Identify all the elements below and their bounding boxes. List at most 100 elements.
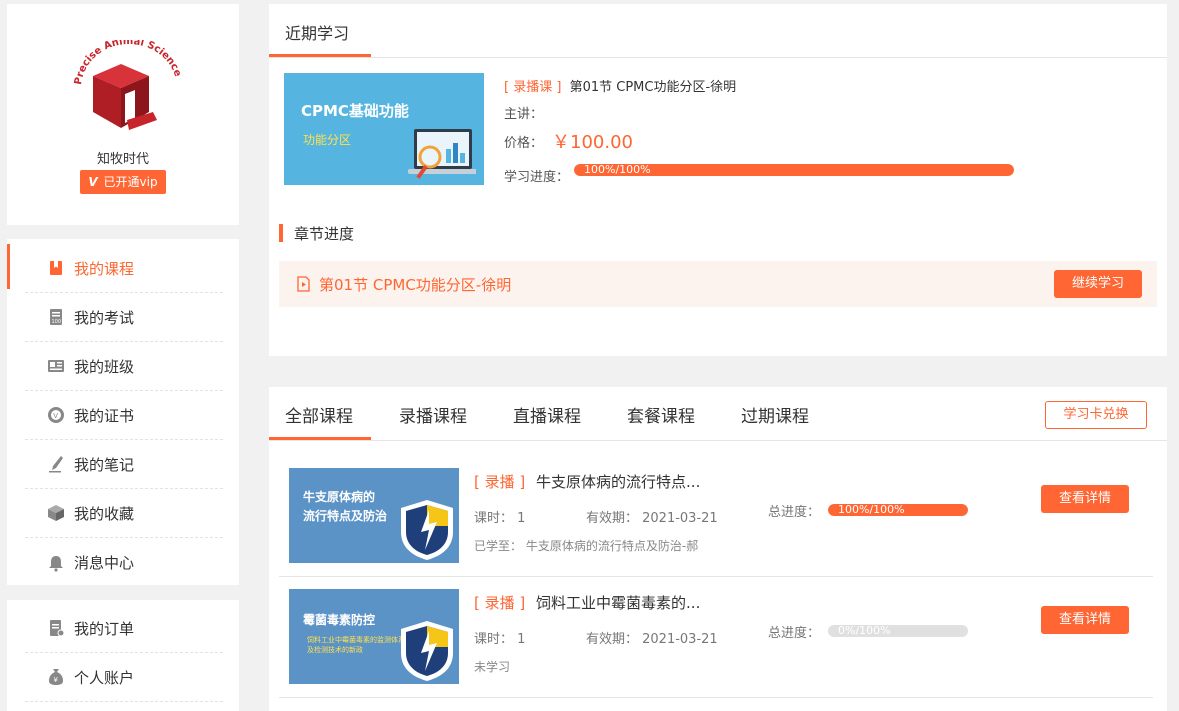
teacher-label: 主讲：	[504, 107, 544, 122]
active-tab-underline	[269, 437, 371, 440]
progress-label: 学习进度：	[504, 170, 570, 185]
course-status: 未学习	[474, 660, 511, 674]
course-row: 霉菌毒素防控 饲料工业中霉菌毒素的监测体系 及检测技术的新政 [ 录播 ] 饲料…	[279, 577, 1153, 698]
sidebar-item-label: 我的考试	[74, 308, 135, 327]
brand-logo: Precise Animal Science	[73, 36, 183, 136]
sidebar-item-message-center[interactable]: 消息中心	[25, 538, 223, 587]
sidebar-menu-primary: 我的课程 100 我的考试 我的班级 V 我的证书 我的笔记 我的收藏 消息中心	[7, 239, 239, 585]
thumbnail-subtitle: 饲料工业中霉菌毒素的监测体系 及检测技术的新政	[307, 636, 405, 654]
exam-icon: 100	[47, 308, 65, 326]
course-hours: 课时： 1	[474, 632, 526, 647]
bell-icon	[47, 554, 65, 572]
recent-progress-bar: 100%/100%	[574, 164, 1014, 176]
total-progress-label: 总进度：	[768, 505, 821, 520]
total-progress-label: 总进度：	[768, 626, 821, 641]
view-details-button[interactable]: 查看详情	[1041, 485, 1129, 513]
course-type-tag: [ 录播 ]	[474, 473, 526, 491]
course-thumbnail[interactable]: 牛支原体病的 流行特点及防治	[289, 468, 459, 563]
svg-text:V: V	[53, 412, 58, 420]
course-hours: 课时： 1	[474, 511, 526, 526]
shield-logo-icon	[401, 621, 453, 681]
course-type-tag: [ 录播课 ]	[504, 80, 562, 95]
laptop-chart-illustration	[408, 129, 476, 179]
title-underline	[269, 54, 371, 57]
sidebar-menu-secondary: 我的订单 ¥ 个人账户	[7, 600, 239, 711]
chapter-name: 第01节 CPMC功能分区-徐明	[319, 276, 512, 294]
sidebar-item-label: 我的课程	[74, 259, 135, 278]
price-value: ￥100.00	[552, 132, 633, 153]
recent-course-thumbnail[interactable]: CPMC基础功能 功能分区	[284, 73, 484, 185]
course-progress-bar: 0%/100%	[828, 625, 968, 637]
view-details-button[interactable]: 查看详情	[1041, 606, 1129, 634]
thumbnail-title: CPMC基础功能	[301, 102, 409, 120]
sidebar-item-label: 我的证书	[74, 406, 135, 425]
vip-badge[interactable]: V 已开通vip	[80, 170, 166, 194]
class-icon	[47, 357, 65, 375]
course-title[interactable]: [ 录播 ] 饲料工业中霉菌毒素的...	[474, 592, 700, 613]
section-marker	[279, 224, 283, 242]
sidebar-item-my-class[interactable]: 我的班级	[25, 342, 223, 391]
course-thumbnail[interactable]: 霉菌毒素防控 饲料工业中霉菌毒素的监测体系 及检测技术的新政	[289, 589, 459, 684]
thumbnail-title: 霉菌毒素防控	[303, 613, 376, 627]
order-icon	[47, 619, 65, 637]
sidebar-item-my-notes[interactable]: 我的笔记	[25, 440, 223, 489]
vip-icon: V	[88, 175, 98, 189]
tab-expired-courses[interactable]: 过期课程	[741, 402, 809, 427]
sidebar-item-my-certificate[interactable]: V 我的证书	[25, 391, 223, 440]
sidebar-item-my-favorites[interactable]: 我的收藏	[25, 489, 223, 538]
progress-text: 100%/100%	[838, 504, 905, 516]
tab-live-courses[interactable]: 直播课程	[513, 402, 581, 427]
sidebar-item-label: 我的班级	[74, 357, 135, 376]
course-name: 饲料工业中霉菌毒素的...	[536, 594, 701, 612]
course-bookmark-icon	[47, 259, 65, 277]
sidebar-item-label: 个人账户	[74, 668, 135, 687]
sidebar-item-my-exams[interactable]: 100 我的考试	[25, 293, 223, 342]
course-tabs: 全部课程 录播课程 直播课程 套餐课程 过期课程 学习卡兑换	[269, 387, 1167, 441]
chapter-row[interactable]: 第01节 CPMC功能分区-徐明 继续学习	[279, 261, 1157, 307]
course-name: 第01节 CPMC功能分区-徐明	[569, 80, 737, 95]
sidebar-item-label: 消息中心	[74, 554, 135, 572]
recent-panel-header: 近期学习	[269, 4, 1167, 58]
certificate-icon: V	[47, 406, 65, 424]
study-card-redeem-button[interactable]: 学习卡兑换	[1045, 401, 1147, 429]
svg-text:100: 100	[52, 319, 62, 325]
favorite-box-icon	[47, 504, 65, 522]
thumbnail-subtitle: 功能分区	[303, 133, 352, 147]
recent-panel-title: 近期学习	[285, 24, 350, 43]
money-bag-icon: ¥	[47, 668, 65, 686]
progress-text: 100%/100%	[584, 164, 651, 176]
course-list-panel: 全部课程 录播课程 直播课程 套餐课程 过期课程 学习卡兑换 牛支原体病的 流行…	[269, 387, 1167, 711]
price-label: 价格：	[504, 136, 544, 151]
course-title[interactable]: [ 录播 ] 牛支原体病的流行特点...	[474, 471, 700, 492]
vip-label: 已开通vip	[103, 175, 158, 189]
tab-all-courses[interactable]: 全部课程	[285, 402, 353, 427]
svg-text:¥: ¥	[54, 676, 59, 684]
username: 知牧时代	[96, 152, 149, 167]
sidebar-item-my-courses[interactable]: 我的课程	[25, 244, 223, 293]
sidebar-item-label: 我的订单	[74, 619, 135, 638]
chapter-section-title: 章节进度	[294, 225, 355, 243]
sidebar-item-personal-account[interactable]: ¥ 个人账户	[25, 653, 223, 702]
course-progress-bar: 100%/100%	[828, 504, 968, 516]
thumbnail-title: 牛支原体病的 流行特点及防治	[303, 490, 388, 523]
video-file-icon	[296, 276, 311, 292]
profile-card: Precise Animal Science 知牧时代 V 已开通vip	[7, 4, 239, 225]
note-pen-icon	[47, 455, 65, 473]
shield-logo-icon	[401, 500, 453, 560]
course-name: 牛支原体病的流行特点...	[536, 473, 701, 491]
course-expiry: 有效期： 2021-03-21	[586, 511, 718, 526]
recent-learning-panel: 近期学习 CPMC基础功能 功能分区 [ 录播课 ] 第01节 CPMC功能分区…	[269, 4, 1167, 356]
sidebar-item-my-orders[interactable]: 我的订单	[25, 604, 223, 653]
sidebar-item-label: 我的收藏	[74, 504, 135, 523]
active-indicator	[7, 244, 10, 289]
sidebar-item-label: 我的笔记	[74, 455, 135, 474]
recent-course-title[interactable]: [ 录播课 ] 第01节 CPMC功能分区-徐明	[504, 76, 736, 95]
course-expiry: 有效期： 2021-03-21	[586, 632, 718, 647]
continue-learning-button[interactable]: 继续学习	[1054, 270, 1142, 298]
progress-text: 0%/100%	[838, 625, 891, 637]
course-type-tag: [ 录播 ]	[474, 594, 526, 612]
course-status: 已学至： 牛支原体病的流行特点及防治-郝	[474, 539, 699, 553]
tab-recorded-courses[interactable]: 录播课程	[399, 402, 467, 427]
tab-package-courses[interactable]: 套餐课程	[627, 402, 695, 427]
course-row: 牛支原体病的 流行特点及防治 [ 录播 ] 牛支原体病的流行特点... 课时： …	[279, 456, 1153, 577]
